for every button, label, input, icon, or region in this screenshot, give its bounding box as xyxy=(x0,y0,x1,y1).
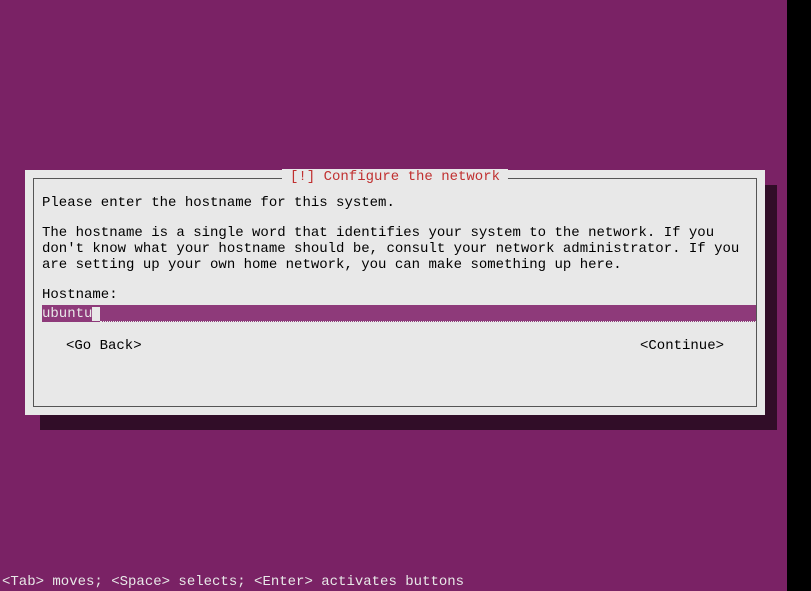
right-black-strip xyxy=(787,0,811,591)
dialog-border: [!] Configure the network Please enter t… xyxy=(33,178,757,407)
configure-network-dialog: [!] Configure the network Please enter t… xyxy=(25,170,765,415)
continue-button[interactable]: <Continue> xyxy=(640,338,724,354)
help-bar: <Tab> moves; <Space> selects; <Enter> ac… xyxy=(0,574,466,591)
description-text: The hostname is a single word that ident… xyxy=(42,225,748,273)
go-back-button[interactable]: <Go Back> xyxy=(66,338,142,354)
button-row: <Go Back> <Continue> xyxy=(42,338,748,354)
hostname-value: ubuntu xyxy=(42,306,92,322)
hostname-label: Hostname: xyxy=(42,287,748,303)
dialog-title: [!] Configure the network xyxy=(282,169,508,185)
text-cursor xyxy=(92,307,100,321)
hostname-input[interactable]: ubuntu xyxy=(42,305,756,322)
input-fill xyxy=(100,305,756,322)
intro-text: Please enter the hostname for this syste… xyxy=(42,195,748,211)
